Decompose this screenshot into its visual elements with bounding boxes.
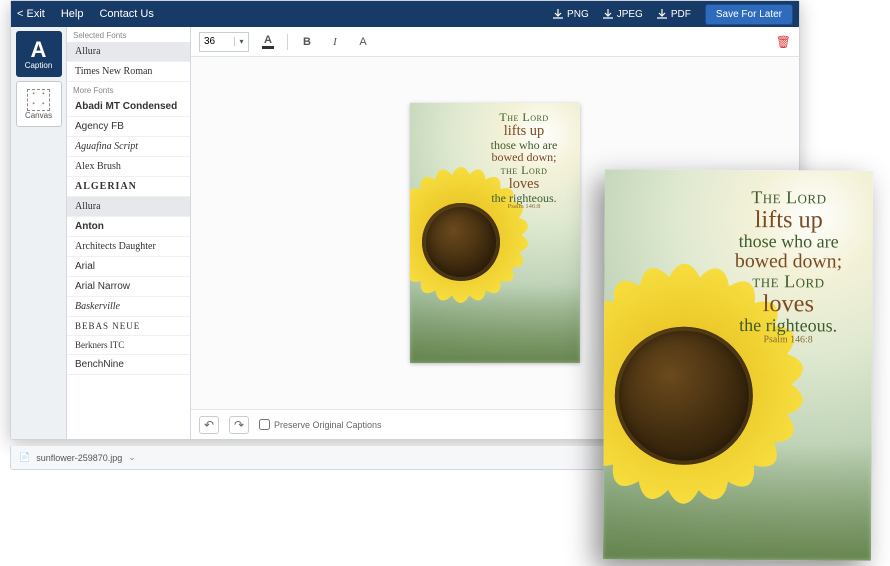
caption-icon: A xyxy=(31,39,47,61)
selected-fonts-header: Selected Fonts xyxy=(67,27,190,42)
font-size-field[interactable] xyxy=(200,36,234,47)
font-option[interactable]: Alex Brush xyxy=(67,157,190,177)
verse-line: the righteous. xyxy=(718,316,858,336)
verse-line: The Lord xyxy=(476,111,572,124)
verse-line: lifts up xyxy=(719,207,859,233)
undo-button[interactable]: ↶ xyxy=(199,416,219,434)
verse-line: the Lord xyxy=(718,272,858,292)
font-option[interactable]: BenchNine xyxy=(67,355,190,375)
download-png-button[interactable]: PNG xyxy=(553,9,589,20)
preserve-captions-checkbox[interactable] xyxy=(259,419,270,430)
format-toolbar: ▾ A B I A 🗑 xyxy=(191,27,799,57)
font-option[interactable]: Arial xyxy=(67,257,190,277)
italic-button[interactable]: I xyxy=(326,33,344,51)
font-option[interactable]: Architects Daughter xyxy=(67,237,190,257)
font-option[interactable]: BEBAS NEUE xyxy=(67,317,190,336)
verse-line: the Lord xyxy=(476,164,572,177)
font-list: Selected Fonts AlluraTimes New Roman Mor… xyxy=(67,27,191,439)
font-option[interactable]: Aguafina Script xyxy=(67,137,190,157)
download-icon xyxy=(603,9,613,19)
font-option[interactable]: Agency FB xyxy=(67,117,190,137)
tool-canvas[interactable]: ⸬ Canvas xyxy=(16,81,62,127)
verse-line: loves xyxy=(476,177,572,192)
preserve-captions-label: Preserve Original Captions xyxy=(274,420,382,430)
design-preview-small[interactable]: The Lord lifts up those who are bowed do… xyxy=(410,103,580,363)
save-for-later-button[interactable]: Save For Later xyxy=(705,4,793,25)
download-icon xyxy=(553,9,563,19)
font-option[interactable]: Allura xyxy=(67,42,190,62)
verse-reference: Psalm 146:8 xyxy=(718,335,858,346)
contact-link[interactable]: Contact Us xyxy=(99,8,153,20)
more-fonts-header: More Fonts xyxy=(67,82,190,97)
tool-caption-label: Caption xyxy=(25,61,53,70)
exit-link[interactable]: < Exit xyxy=(17,8,45,20)
font-option[interactable]: Berkners ITC xyxy=(67,336,190,355)
verse-line: loves xyxy=(718,291,858,317)
verse-text: The Lord lifts up those who are bowed do… xyxy=(718,188,859,346)
verse-line: The Lord xyxy=(719,188,859,208)
font-option[interactable]: Arial Narrow xyxy=(67,277,190,297)
download-filename[interactable]: sunflower-259870.jpg xyxy=(36,453,122,463)
download-pdf-label: PDF xyxy=(671,9,691,20)
redo-button[interactable]: ↷ xyxy=(229,416,249,434)
download-jpeg-button[interactable]: JPEG xyxy=(603,9,643,20)
bold-button[interactable]: B xyxy=(298,33,316,51)
download-pdf-button[interactable]: PDF xyxy=(657,9,691,20)
download-file-icon: 📄 xyxy=(19,452,30,463)
canvas-icon: ⸬ xyxy=(27,89,50,111)
font-option[interactable]: Allura xyxy=(67,197,190,217)
font-option[interactable]: ALGERIAN xyxy=(67,177,190,197)
verse-reference: Psalm 146:8 xyxy=(476,204,572,211)
font-size-input[interactable]: ▾ xyxy=(199,32,249,52)
verse-text[interactable]: The Lord lifts up those who are bowed do… xyxy=(476,111,572,211)
font-color-swatch-button[interactable]: A xyxy=(354,33,372,51)
tool-column: A Caption ⸬ Canvas xyxy=(11,27,67,439)
help-link[interactable]: Help xyxy=(61,8,84,20)
font-size-dropdown[interactable]: ▾ xyxy=(234,37,248,46)
verse-line: those who are xyxy=(719,232,859,252)
tool-canvas-label: Canvas xyxy=(25,111,52,120)
download-png-label: PNG xyxy=(567,9,589,20)
font-option[interactable]: Abadi MT Condensed xyxy=(67,97,190,117)
font-option[interactable]: Times New Roman xyxy=(67,62,190,82)
chevron-down-icon[interactable]: ⌄ xyxy=(128,452,136,463)
download-jpeg-label: JPEG xyxy=(617,9,643,20)
verse-line: bowed down; xyxy=(718,251,858,273)
design-preview-large: The Lord lifts up those who are bowed do… xyxy=(603,169,873,560)
tool-caption[interactable]: A Caption xyxy=(16,31,62,77)
font-option[interactable]: Baskerville xyxy=(67,297,190,317)
verse-line: lifts up xyxy=(476,124,572,139)
delete-button[interactable]: 🗑 xyxy=(776,35,791,49)
top-bar: < Exit Help Contact Us PNG JPEG PDF Save… xyxy=(11,1,799,27)
text-color-button[interactable]: A xyxy=(259,33,277,51)
font-option[interactable]: Anton xyxy=(67,217,190,237)
download-icon xyxy=(657,9,667,19)
preserve-captions-toggle[interactable]: Preserve Original Captions xyxy=(259,419,382,430)
